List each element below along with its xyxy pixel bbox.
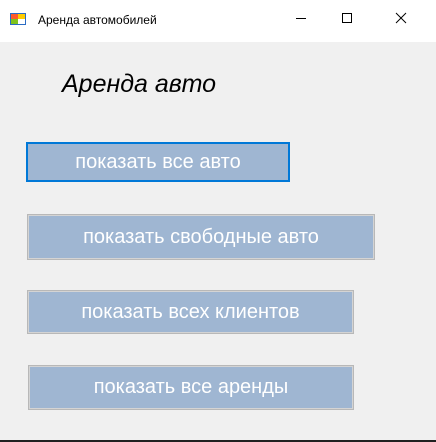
show-free-cars-button[interactable]: показать свободные авто bbox=[27, 214, 375, 260]
show-all-rentals-button[interactable]: показать все аренды bbox=[28, 365, 354, 410]
page-heading: Аренда авто bbox=[62, 70, 217, 98]
form-icon[interactable] bbox=[10, 12, 26, 26]
show-all-clients-button[interactable]: показать всех клиентов bbox=[27, 290, 354, 334]
minimize-button[interactable] bbox=[278, 0, 324, 40]
title-bar[interactable]: Аренда автомобилей bbox=[0, 0, 436, 42]
show-all-cars-button[interactable]: показать все авто bbox=[26, 142, 290, 182]
maximize-button[interactable] bbox=[324, 0, 370, 40]
app-window: Аренда автомобилей Аренда авто показать … bbox=[0, 0, 436, 442]
window-title: Аренда автомобилей bbox=[38, 13, 157, 27]
maximize-icon bbox=[341, 11, 353, 29]
close-button[interactable] bbox=[378, 0, 424, 40]
close-icon bbox=[395, 11, 407, 29]
minimize-icon bbox=[295, 11, 307, 29]
